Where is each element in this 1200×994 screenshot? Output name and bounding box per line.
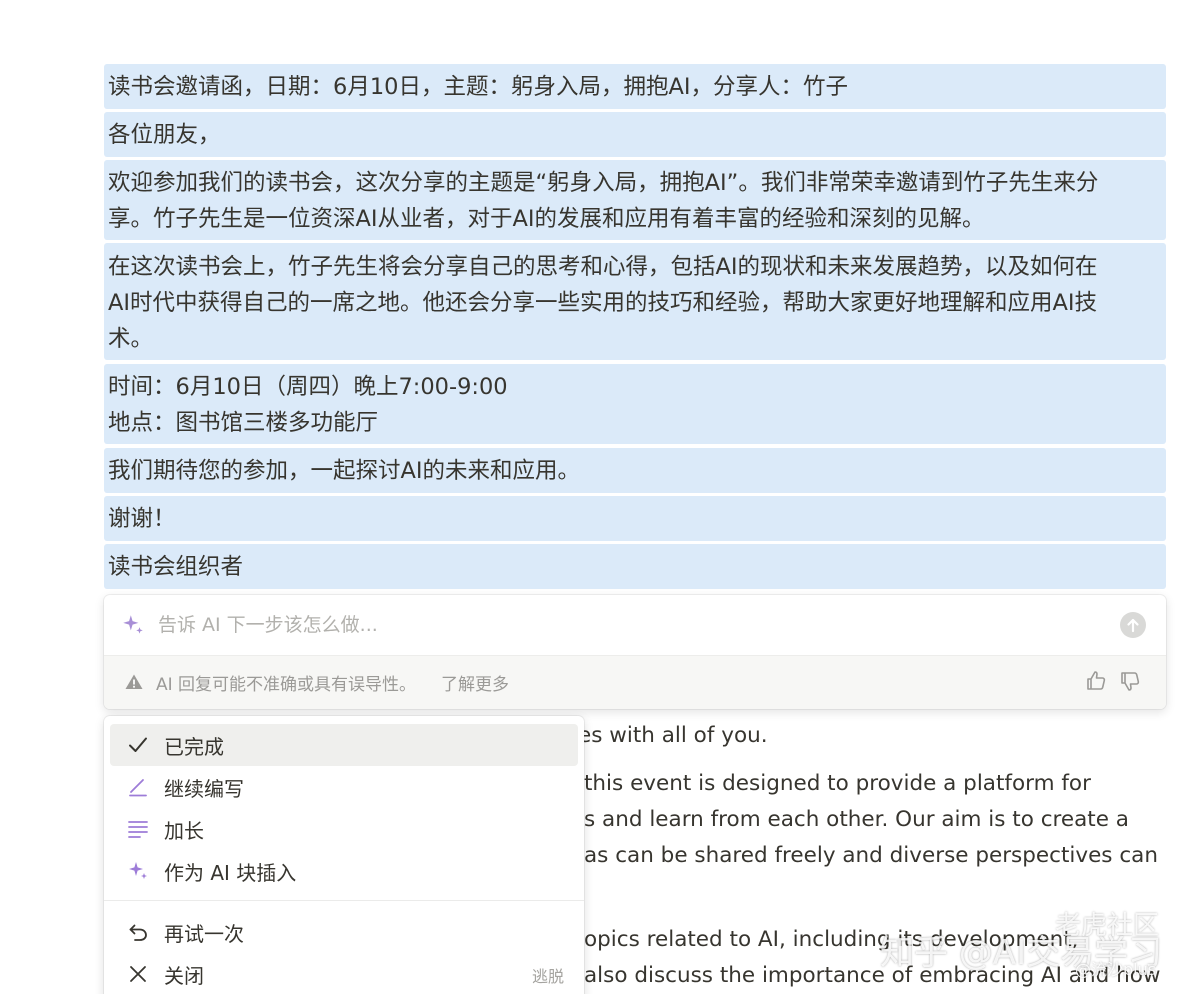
text-block-signature[interactable]: 读书会组织者 — [104, 544, 1166, 589]
block-line: 读书会组织者 — [108, 554, 244, 580]
block-line: 地点：图书馆三楼多功能厅 — [108, 410, 379, 436]
send-button[interactable] — [1120, 612, 1146, 638]
background-text-line: also discuss the importance of embracing… — [584, 963, 1161, 988]
block-line: 享。竹子先生是一位资深AI从业者，对于AI的发展和应用有着丰富的经验和深刻的见解… — [108, 206, 985, 232]
menu-item-label: 已完成 — [164, 735, 224, 759]
warning-triangle-icon — [125, 674, 143, 689]
block-line: 谢谢！ — [108, 506, 176, 532]
block-line: 读书会邀请函，日期：6月10日，主题：躬身入局，拥抱AI，分享人：竹子 — [108, 74, 848, 100]
text-block-intro[interactable]: 欢迎参加我们的读书会，这次分享的主题是“躬身入局，拥抱AI”。我们非常荣幸邀请到… — [104, 160, 1166, 240]
ai-prompt-panel: AI 回复可能不准确或具有误导性。 了解更多 — [104, 595, 1166, 709]
notion-page: 读书会邀请函，日期：6月10日，主题：躬身入局，拥抱AI，分享人：竹子 各位朋友… — [0, 0, 1200, 994]
menu-item-close[interactable]: 关闭 逃脱 — [110, 953, 578, 994]
menu-item-try-again[interactable]: 再试一次 — [110, 911, 578, 953]
menu-item-label: 作为 AI 块插入 — [164, 861, 297, 885]
block-line: 我们期待您的参加，一起探讨AI的未来和应用。 — [108, 458, 581, 484]
background-text-line: s and learn from each other. Our aim is … — [584, 807, 1129, 832]
text-block-greeting[interactable]: 各位朋友， — [104, 112, 1166, 157]
background-text-line: this event is designed to provide a plat… — [584, 771, 1091, 796]
menu-item-shortcut: 逃脱 — [531, 967, 564, 986]
block-line: 欢迎参加我们的读书会，这次分享的主题是“躬身入局，拥抱AI”。我们非常荣幸邀请到… — [108, 170, 1099, 196]
text-block-details[interactable]: 在这次读书会上，竹子先生将会分享自己的思考和心得，包括AI的现状和未来发展趋势，… — [104, 243, 1166, 360]
cutoff-heading-fragment — [106, 0, 173, 11]
menu-item-label: 再试一次 — [164, 922, 244, 946]
menu-item-continue-writing[interactable]: 继续编写 — [110, 766, 578, 808]
block-line: 术。 — [108, 326, 154, 352]
learn-more-link[interactable]: 了解更多 — [441, 670, 509, 695]
background-text-line: opics related to AI, including its devel… — [584, 927, 1079, 952]
menu-item-label: 继续编写 — [164, 777, 244, 801]
block-line: AI时代中获得自己的一席之地。他还会分享一些实用的技巧和经验，帮助大家更好地理解… — [108, 290, 1098, 316]
menu-item-label: 加长 — [164, 819, 204, 843]
arrow-up-circle-icon — [1127, 618, 1139, 633]
block-line: 时间：6月10日（周四）晚上7:00-9:00 — [108, 374, 508, 400]
ai-action-menu: 已完成 继续编写 加长 作为 AI 块插入 再试一次 关闭 逃脱 — [104, 716, 584, 994]
thumbs-down-icon[interactable] — [1118, 669, 1142, 693]
sparkle-icon — [129, 862, 147, 879]
sparkle-icon — [123, 615, 143, 634]
ai-input-row — [104, 595, 1166, 655]
ai-prompt-input[interactable] — [156, 607, 1100, 643]
text-block-thanks[interactable]: 谢谢！ — [104, 496, 1166, 541]
background-text-line: es with all of you. — [578, 723, 768, 748]
undo-arrow-icon — [129, 924, 147, 941]
text-block-closing[interactable]: 我们期待您的参加，一起探讨AI的未来和应用。 — [104, 448, 1166, 493]
menu-item-done[interactable]: 已完成 — [110, 724, 578, 766]
block-line: 各位朋友， — [108, 122, 221, 148]
text-block-time-place[interactable]: 时间：6月10日（周四）晚上7:00-9:00 地点：图书馆三楼多功能厅 — [104, 364, 1166, 444]
menu-divider — [104, 900, 584, 901]
background-text-line: as can be shared freely and diverse pers… — [584, 843, 1158, 868]
ai-disclaimer-text: AI 回复可能不准确或具有误导性。 — [156, 675, 417, 695]
text-block-title[interactable]: 读书会邀请函，日期：6月10日，主题：躬身入局，拥抱AI，分享人：竹子 — [104, 64, 1166, 109]
menu-item-insert-ai-block[interactable]: 作为 AI 块插入 — [110, 850, 578, 892]
lines-icon — [128, 821, 148, 838]
menu-item-make-longer[interactable]: 加长 — [110, 808, 578, 850]
block-line: 在这次读书会上，竹子先生将会分享自己的思考和心得，包括AI的现状和未来发展趋势，… — [108, 254, 1098, 280]
menu-item-label: 关闭 — [164, 964, 204, 988]
check-icon — [129, 737, 147, 752]
pen-line-icon — [129, 779, 147, 797]
thumbs-up-icon[interactable] — [1084, 669, 1108, 693]
close-icon — [130, 966, 146, 982]
ai-disclaimer-bar: AI 回复可能不准确或具有误导性。 了解更多 — [104, 655, 1166, 709]
